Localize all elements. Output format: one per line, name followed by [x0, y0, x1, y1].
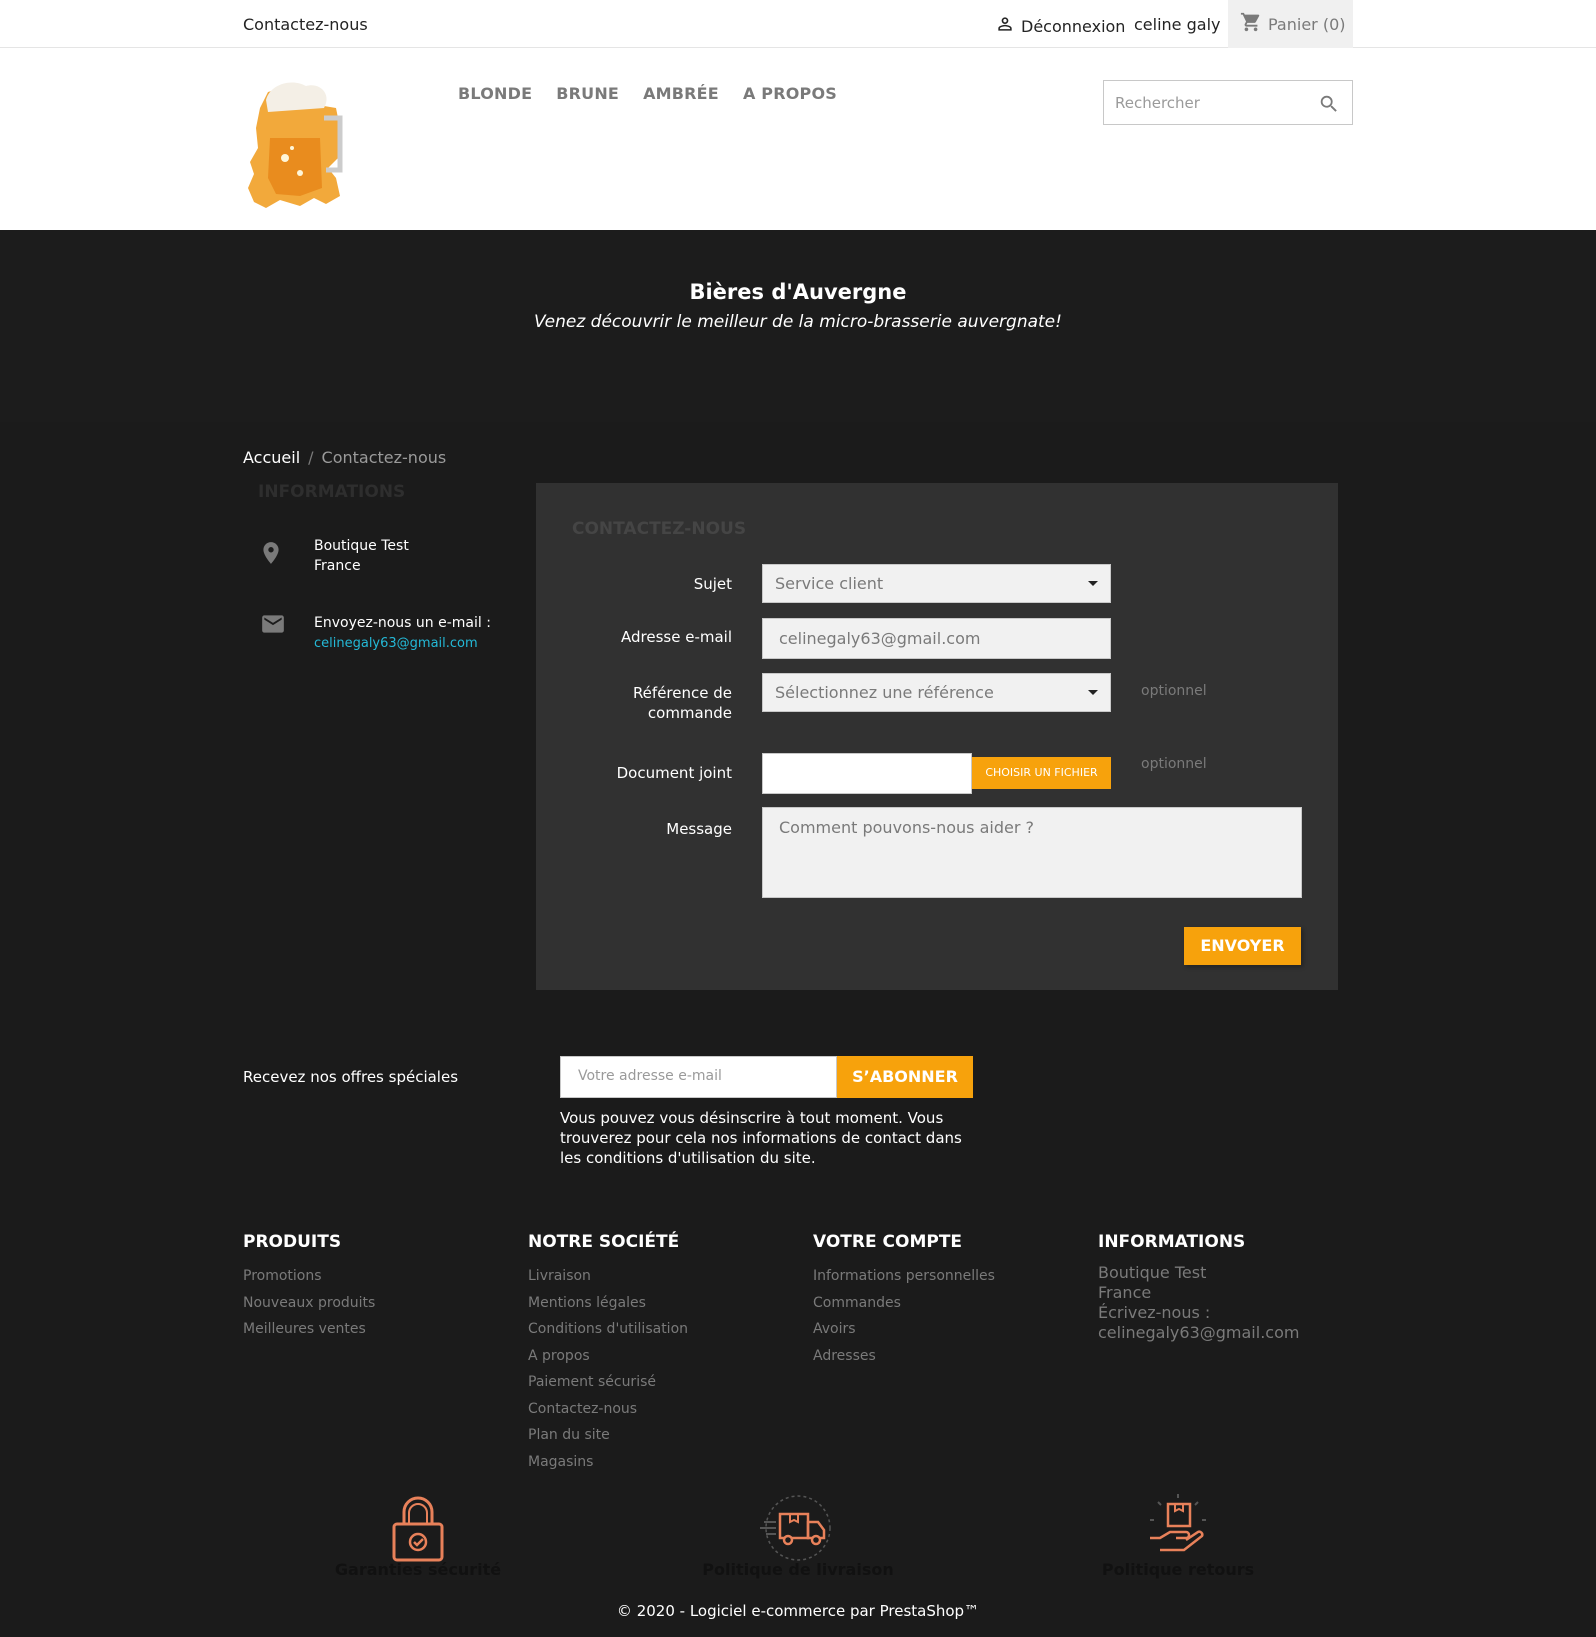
footer-company-title: NOTRE SOCIÉTÉ [528, 1232, 680, 1252]
cart-icon [1240, 11, 1268, 37]
search-icon[interactable] [1318, 93, 1340, 119]
footer-link-legal[interactable]: Mentions légales [528, 1295, 646, 1311]
footer-link-promotions[interactable]: Promotions [243, 1268, 322, 1284]
attachment-label: Document joint [616, 764, 732, 782]
order-reference-value: Sélectionnez une référence [775, 683, 994, 702]
breadcrumb-home[interactable]: Accueil [243, 448, 300, 467]
header: BLONDE BRUNE AMBRÉE A PROPOS [0, 48, 1596, 230]
lock-icon [318, 1492, 518, 1564]
person-icon [995, 14, 1021, 38]
footer-account: VOTRE COMPTE Informations personnelles C… [813, 1232, 995, 1369]
footer-info-email[interactable]: celinegaly63@gmail.com [1098, 1323, 1299, 1343]
footer-link-addresses[interactable]: Adresses [813, 1348, 876, 1364]
mail-icon [258, 613, 314, 654]
caret-down-icon [1088, 581, 1098, 586]
account-username-link[interactable]: celine galy [1134, 15, 1220, 34]
location-pin-icon [258, 536, 314, 576]
email-label: Envoyez-nous un e-mail : [314, 615, 491, 631]
newsletter-email-input[interactable]: Votre adresse e-mail [560, 1056, 837, 1098]
store-email: Envoyez-nous un e-mail : celinegaly63@gm… [258, 613, 491, 654]
reassurance-security: Garanties sécurité [318, 1492, 518, 1579]
footer-link-sitemap[interactable]: Plan du site [528, 1427, 610, 1443]
subscribe-button[interactable]: S’ABONNER [837, 1056, 973, 1098]
form-title: CONTACTEZ-NOUS [572, 519, 747, 539]
logout-label: Déconnexion [1021, 16, 1126, 36]
footer-info-country: France [1098, 1283, 1152, 1302]
footer-link-best-sales[interactable]: Meilleures ventes [243, 1321, 366, 1337]
footer-link-new-products[interactable]: Nouveaux produits [243, 1295, 375, 1311]
footer-link-terms[interactable]: Conditions d'utilisation [528, 1321, 688, 1337]
subject-value: Service client [775, 574, 884, 593]
nav-item-blonde[interactable]: BLONDE [458, 84, 532, 103]
choose-file-button[interactable]: CHOISIR UN FICHIER [972, 757, 1111, 789]
footer-link-contact[interactable]: Contactez-nous [528, 1401, 637, 1417]
reassurance-security-label: Garanties sécurité [334, 1560, 502, 1579]
beer-logo[interactable] [240, 78, 350, 213]
contact-form: CONTACTEZ-NOUS Sujet Service client Adre… [536, 483, 1338, 990]
store-email-link[interactable]: celinegaly63@gmail.com [314, 636, 478, 651]
order-reference-label: Référence de commande [633, 683, 732, 723]
store-info-title: INFORMATIONS [258, 482, 406, 502]
breadcrumb-current: Contactez-nous [321, 448, 447, 467]
banner-subtitle: Venez découvrir le meilleur de la micro-… [534, 312, 1062, 332]
footer-products: PRODUITS Promotions Nouveaux produits Me… [243, 1232, 375, 1343]
order-reference-label-line2: commande [647, 704, 732, 722]
footer-info-write-label: Écrivez-nous : [1098, 1303, 1211, 1322]
send-button[interactable]: ENVOYER [1184, 927, 1301, 965]
subject-select[interactable]: Service client [762, 564, 1111, 603]
attachment-file-input[interactable] [762, 753, 972, 794]
caret-down-icon [1088, 690, 1098, 695]
newsletter-note: Vous pouvez vous désinscrire à tout mome… [560, 1109, 962, 1167]
newsletter-label: Recevez nos offres spéciales [243, 1068, 459, 1086]
store-name: Boutique Test [314, 538, 409, 554]
footer-info-title: INFORMATIONS [1098, 1232, 1246, 1252]
message-label: Message [666, 820, 732, 838]
store-country: France [314, 558, 361, 574]
optional-note-file: optionnel [1141, 756, 1207, 772]
footer-link-delivery[interactable]: Livraison [528, 1268, 591, 1284]
reassurance-delivery: Politique de livraison [698, 1492, 898, 1579]
optional-note-order: optionnel [1141, 683, 1207, 699]
message-textarea[interactable]: Comment pouvons-nous aider ? [762, 807, 1302, 898]
nav-item-ambree[interactable]: AMBRÉE [643, 84, 719, 103]
subject-label: Sujet [693, 575, 732, 593]
banner-title: Bières d'Auvergne [689, 280, 907, 304]
search-input[interactable] [1104, 81, 1304, 124]
topbar-contact-link[interactable]: Contactez-nous [243, 15, 368, 34]
breadcrumb-separator: / [308, 448, 314, 467]
footer-link-stores[interactable]: Magasins [528, 1454, 593, 1470]
footer-products-title: PRODUITS [243, 1232, 342, 1252]
reassurance-returns-label: Politique retours [1101, 1560, 1255, 1579]
order-reference-label-line1: Référence de [632, 684, 732, 702]
footer-company: NOTRE SOCIÉTÉ Livraison Mentions légales… [528, 1232, 688, 1475]
cart-button[interactable]: Panier (0) [1228, 0, 1353, 48]
email-field[interactable]: celinegaly63@gmail.com [762, 618, 1111, 659]
top-bar: Contactez-nous Déconnexion celine galy P… [0, 0, 1596, 48]
search-box [1103, 80, 1353, 125]
nav-item-a-propos[interactable]: A PROPOS [743, 84, 837, 103]
footer-account-title: VOTRE COMPTE [813, 1232, 963, 1252]
footer-link-credit-slips[interactable]: Avoirs [813, 1321, 856, 1337]
footer-link-secure-payment[interactable]: Paiement sécurisé [528, 1374, 656, 1390]
reassurance-delivery-label: Politique de livraison [702, 1560, 894, 1579]
copyright[interactable]: © 2020 - Logiciel e-commerce par PrestaS… [0, 1602, 1596, 1620]
nav-item-brune[interactable]: BRUNE [556, 84, 619, 103]
order-reference-select[interactable]: Sélectionnez une référence [762, 673, 1111, 712]
footer-link-personal-info[interactable]: Informations personnelles [813, 1268, 995, 1284]
cart-label: Panier (0) [1268, 14, 1346, 34]
reassurance-returns: Politique retours [1078, 1492, 1278, 1579]
truck-icon [698, 1492, 898, 1564]
footer-info: INFORMATIONS Boutique Test France Écrive… [1098, 1232, 1299, 1343]
hand-box-icon [1078, 1492, 1278, 1564]
logout-link[interactable]: Déconnexion [995, 14, 1125, 38]
breadcrumb: Accueil / Contactez-nous [243, 448, 446, 467]
main-content: Accueil / Contactez-nous INFORMATIONS Bout… [0, 422, 1596, 1012]
footer-link-orders[interactable]: Commandes [813, 1295, 901, 1311]
footer-info-store: Boutique Test [1098, 1263, 1207, 1282]
hero-banner: Bières d'Auvergne Venez découvrir le mei… [0, 230, 1596, 422]
email-field-label: Adresse e-mail [621, 628, 732, 646]
main-nav: BLONDE BRUNE AMBRÉE A PROPOS [458, 84, 837, 103]
store-address: Boutique Test France [258, 536, 409, 576]
footer-link-about[interactable]: A propos [528, 1348, 590, 1364]
